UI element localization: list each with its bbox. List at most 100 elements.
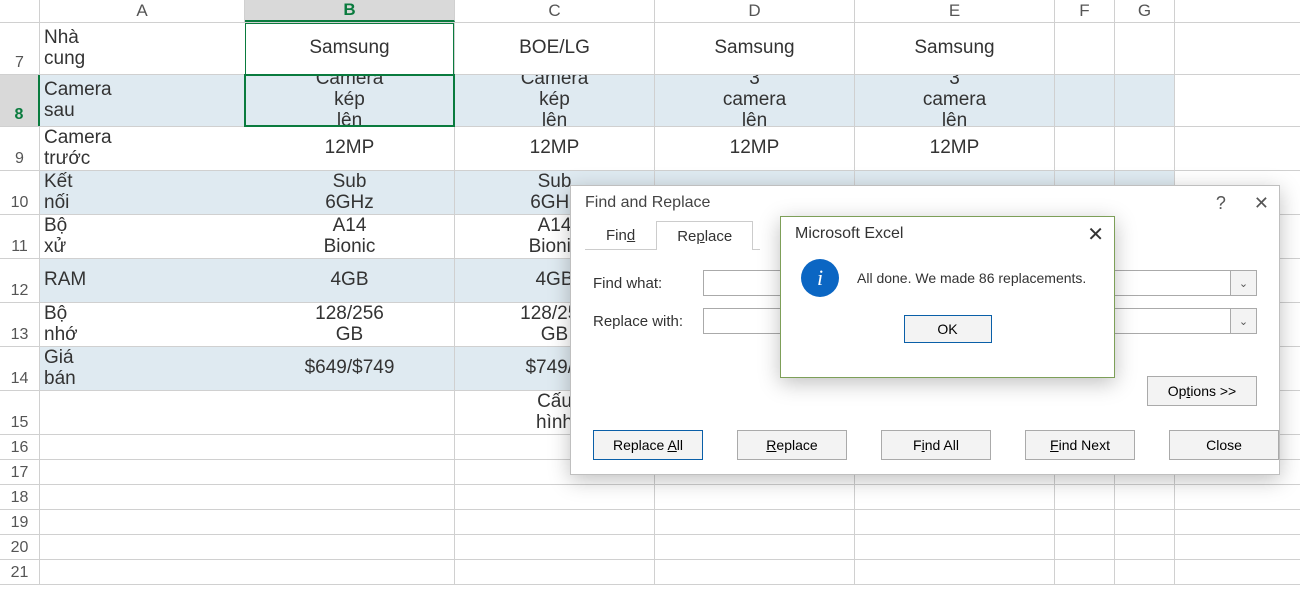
cell-B16[interactable] [245, 435, 455, 459]
cell-A15[interactable] [40, 391, 245, 434]
cell-A18[interactable] [40, 485, 245, 509]
cell-A8[interactable]: Camerasau [40, 75, 245, 126]
row-header-17[interactable]: 17 [0, 460, 40, 484]
cell-D9[interactable]: 12MP [655, 127, 855, 170]
cell-B20[interactable] [245, 535, 455, 559]
cell-D20[interactable] [655, 535, 855, 559]
cell-A17[interactable] [40, 460, 245, 484]
column-header-A[interactable]: A [40, 0, 245, 22]
row-header-16[interactable]: 16 [0, 435, 40, 459]
cell-B9[interactable]: 12MP [245, 127, 455, 170]
cell-E19[interactable] [855, 510, 1055, 534]
cell-B21[interactable] [245, 560, 455, 584]
cell-B14[interactable]: $649/$749 [245, 347, 455, 390]
dialog-titlebar[interactable]: Find and Replace ? ✕ [571, 186, 1279, 220]
cell-C8[interactable]: Cameraképlên [455, 75, 655, 126]
row-header-21[interactable]: 21 [0, 560, 40, 584]
cell-A16[interactable] [40, 435, 245, 459]
cell-B13[interactable]: 128/256GB [245, 303, 455, 346]
row-header-20[interactable]: 20 [0, 535, 40, 559]
cell-B19[interactable] [245, 510, 455, 534]
cell-A21[interactable] [40, 560, 245, 584]
cell-B15[interactable] [245, 391, 455, 434]
column-header-E[interactable]: E [855, 0, 1055, 22]
cell-B8[interactable]: Cameraképlên [245, 75, 455, 126]
row-header-11[interactable]: 11 [0, 215, 40, 258]
tab-replace[interactable]: Replace [656, 221, 753, 250]
cell-B10[interactable]: Sub6GHz [245, 171, 455, 214]
cell-F8[interactable] [1055, 75, 1115, 126]
cell-B11[interactable]: A14Bionic [245, 215, 455, 258]
cell-B18[interactable] [245, 485, 455, 509]
cell-A7[interactable]: Nhàcung [40, 23, 245, 74]
cell-G9[interactable] [1115, 127, 1175, 170]
cell-A13[interactable]: Bộnhớ [40, 303, 245, 346]
cell-C21[interactable] [455, 560, 655, 584]
options-button[interactable]: Options >> [1147, 376, 1257, 406]
cell-F19[interactable] [1055, 510, 1115, 534]
close-button[interactable]: Close [1169, 430, 1279, 460]
cell-A19[interactable] [40, 510, 245, 534]
ok-button[interactable]: OK [904, 315, 992, 343]
row-header-14[interactable]: 14 [0, 347, 40, 390]
message-titlebar[interactable]: Microsoft Excel ✕ [781, 217, 1114, 251]
replace-button[interactable]: Replace [737, 430, 847, 460]
help-button[interactable]: ? [1216, 193, 1226, 214]
column-header-G[interactable]: G [1115, 0, 1175, 22]
cell-G18[interactable] [1115, 485, 1175, 509]
column-header-F[interactable]: F [1055, 0, 1115, 22]
cell-E21[interactable] [855, 560, 1055, 584]
cell-B12[interactable]: 4GB [245, 259, 455, 302]
cell-D21[interactable] [655, 560, 855, 584]
cell-D19[interactable] [655, 510, 855, 534]
cell-E18[interactable] [855, 485, 1055, 509]
cell-F9[interactable] [1055, 127, 1115, 170]
row-header-19[interactable]: 19 [0, 510, 40, 534]
cell-B17[interactable] [245, 460, 455, 484]
row-header-8[interactable]: 8 [0, 75, 40, 126]
column-header-C[interactable]: C [455, 0, 655, 22]
cell-D18[interactable] [655, 485, 855, 509]
row-header-9[interactable]: 9 [0, 127, 40, 170]
cell-A12[interactable]: RAM [40, 259, 245, 302]
cell-A14[interactable]: Giábán [40, 347, 245, 390]
tab-find[interactable]: Find [585, 220, 656, 249]
cell-C19[interactable] [455, 510, 655, 534]
row-header-15[interactable]: 15 [0, 391, 40, 434]
find-all-button[interactable]: Find All [881, 430, 991, 460]
cell-F20[interactable] [1055, 535, 1115, 559]
cell-A11[interactable]: Bộxử [40, 215, 245, 258]
find-next-button[interactable]: Find Next [1025, 430, 1135, 460]
cell-E9[interactable]: 12MP [855, 127, 1055, 170]
find-what-dropdown[interactable]: ⌄ [1231, 270, 1257, 296]
cell-F21[interactable] [1055, 560, 1115, 584]
column-header-D[interactable]: D [655, 0, 855, 22]
row-header-12[interactable]: 12 [0, 259, 40, 302]
cell-G20[interactable] [1115, 535, 1175, 559]
cell-G8[interactable] [1115, 75, 1175, 126]
row-header-7[interactable]: 7 [0, 23, 40, 74]
replace-all-button[interactable]: Replace All [593, 430, 703, 460]
cell-E7[interactable]: Samsung [855, 23, 1055, 74]
cell-D7[interactable]: Samsung [655, 23, 855, 74]
cell-E20[interactable] [855, 535, 1055, 559]
cell-C7[interactable]: BOE/LG [455, 23, 655, 74]
replace-with-dropdown[interactable]: ⌄ [1231, 308, 1257, 334]
cell-A20[interactable] [40, 535, 245, 559]
cell-G7[interactable] [1115, 23, 1175, 74]
column-header-B[interactable]: B [245, 0, 455, 22]
cell-E8[interactable]: 3cameralên [855, 75, 1055, 126]
cell-A10[interactable]: Kếtnối [40, 171, 245, 214]
cell-A9[interactable]: Cameratrước [40, 127, 245, 170]
cell-B7[interactable]: Samsung [245, 23, 455, 74]
cell-C18[interactable] [455, 485, 655, 509]
cell-G19[interactable] [1115, 510, 1175, 534]
cell-C9[interactable]: 12MP [455, 127, 655, 170]
select-all-corner[interactable] [0, 0, 40, 22]
close-icon[interactable]: ✕ [1087, 222, 1104, 247]
cell-G21[interactable] [1115, 560, 1175, 584]
row-header-10[interactable]: 10 [0, 171, 40, 214]
cell-D8[interactable]: 3cameralên [655, 75, 855, 126]
cell-F18[interactable] [1055, 485, 1115, 509]
cell-F7[interactable] [1055, 23, 1115, 74]
